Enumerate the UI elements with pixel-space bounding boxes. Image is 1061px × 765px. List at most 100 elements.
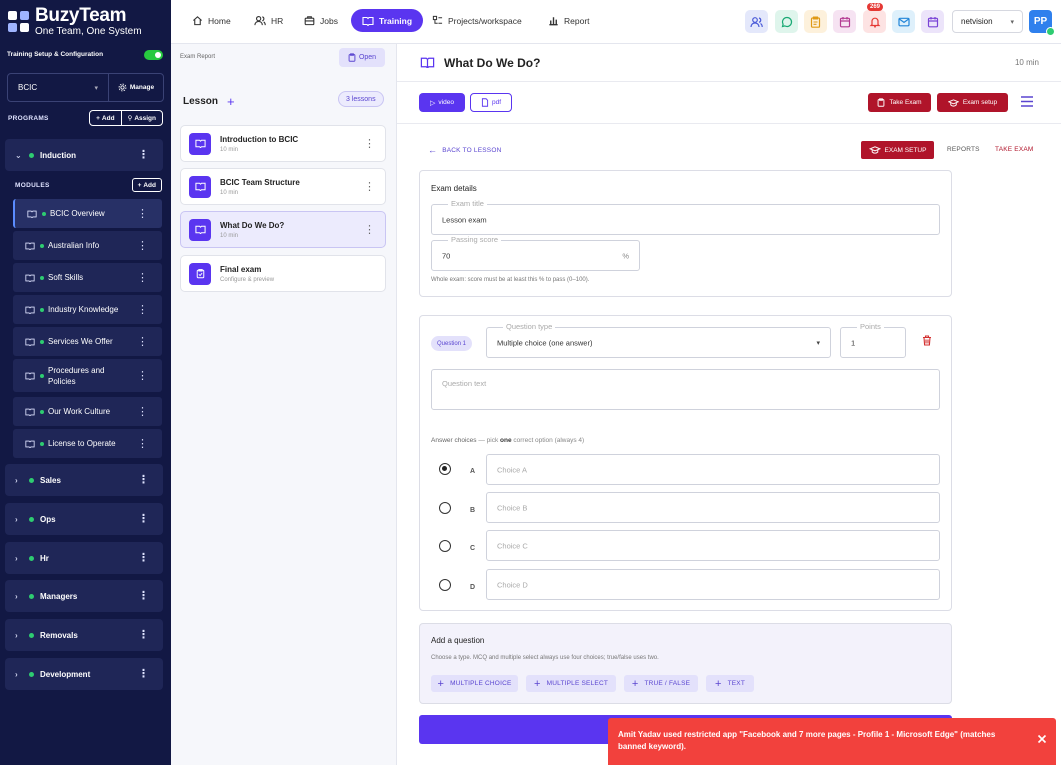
exam-title-value: Lesson exam bbox=[442, 215, 487, 224]
program-item-induction[interactable]: ⌄ Induction ⋮ bbox=[5, 139, 163, 171]
hamburger-menu-icon[interactable] bbox=[1021, 96, 1033, 107]
tab-take-exam[interactable]: TAKE EXAM bbox=[995, 146, 1034, 153]
add-multiple-choice-button[interactable]: + MULTIPLE CHOICE bbox=[431, 675, 518, 692]
tab-reports[interactable]: REPORTS bbox=[947, 146, 980, 153]
video-tab-button[interactable]: ▷ video bbox=[419, 93, 465, 112]
module-item[interactable]: License to Operate ⋮ bbox=[13, 429, 162, 458]
pdf-tab-button[interactable]: pdf bbox=[470, 93, 512, 112]
nav-hr[interactable]: HR bbox=[254, 9, 283, 32]
take-exam-label: Take Exam bbox=[889, 99, 922, 106]
kebab-menu-icon[interactable]: ⋮ bbox=[137, 208, 148, 219]
exam-title-field[interactable]: Exam title Lesson exam bbox=[431, 199, 940, 235]
module-item[interactable]: Services We Offer ⋮ bbox=[13, 327, 162, 356]
org-select[interactable]: BCIC ▾ bbox=[8, 74, 109, 101]
kebab-menu-icon[interactable]: ⋮ bbox=[137, 336, 148, 347]
module-item[interactable]: Australian Info ⋮ bbox=[13, 231, 162, 260]
calendar-button[interactable] bbox=[833, 10, 856, 33]
training-setup-toggle[interactable] bbox=[144, 49, 163, 60]
add-multiple-select-button[interactable]: + MULTIPLE SELECT bbox=[526, 675, 616, 692]
kebab-menu-icon[interactable]: ⋮ bbox=[137, 406, 148, 417]
add-module-button[interactable]: + Add bbox=[131, 178, 162, 192]
program-item-sales[interactable]: › Sales ⋮ bbox=[5, 464, 163, 496]
choice-input-b[interactable]: Choice B bbox=[486, 492, 940, 523]
module-item[interactable]: Our Work Culture ⋮ bbox=[13, 397, 162, 426]
kebab-menu-icon[interactable]: ⋮ bbox=[138, 475, 149, 486]
points-field[interactable]: Points 1 bbox=[840, 322, 906, 358]
kebab-menu-icon[interactable]: ⋮ bbox=[364, 224, 375, 235]
kebab-menu-icon[interactable]: ⋮ bbox=[137, 438, 148, 449]
add-question-card: Add a question Choose a type. MCQ and mu… bbox=[419, 623, 952, 704]
user-avatar[interactable]: PP bbox=[1029, 10, 1055, 36]
question-text-input[interactable]: Question text bbox=[431, 369, 940, 410]
add-lesson-icon[interactable]: + bbox=[227, 94, 235, 109]
choice-input-d[interactable]: Choice D bbox=[486, 569, 940, 600]
module-item[interactable]: BCIC Overview ⋮ bbox=[13, 199, 162, 228]
module-item[interactable]: Industry Knowledge ⋮ bbox=[13, 295, 162, 324]
tasks-button[interactable] bbox=[804, 10, 827, 33]
program-item-removals[interactable]: › Removals ⋮ bbox=[5, 619, 163, 651]
close-icon[interactable] bbox=[1037, 734, 1047, 744]
final-exam-card[interactable]: Final exam Configure & preview bbox=[180, 255, 386, 292]
question-type-select[interactable]: Question type Multiple choice (one answe… bbox=[486, 322, 831, 358]
kebab-menu-icon[interactable]: ⋮ bbox=[138, 150, 149, 161]
status-dot bbox=[29, 477, 34, 483]
answer-choices-label: Answer choices — pick one correct option… bbox=[431, 437, 584, 444]
team-button[interactable] bbox=[745, 10, 768, 33]
choice-radio-d[interactable] bbox=[439, 579, 451, 591]
choice-radio-a[interactable] bbox=[439, 463, 451, 475]
take-exam-button[interactable]: Take Exam bbox=[868, 93, 931, 112]
exam-setup-button[interactable]: Exam setup bbox=[937, 93, 1008, 112]
schedule-button[interactable] bbox=[921, 10, 944, 33]
choice-input-c[interactable]: Choice C bbox=[486, 530, 940, 561]
chat-button[interactable] bbox=[775, 10, 798, 33]
nav-projects[interactable]: Projects/workspace bbox=[432, 9, 522, 32]
assign-program-button[interactable]: ⚲ Assign bbox=[120, 111, 162, 125]
kebab-menu-icon[interactable]: ⋮ bbox=[138, 669, 149, 680]
kebab-menu-icon[interactable]: ⋮ bbox=[138, 514, 149, 525]
choice-input-a[interactable]: Choice A bbox=[486, 454, 940, 485]
kebab-menu-icon[interactable]: ⋮ bbox=[137, 240, 148, 251]
choice-radio-b[interactable] bbox=[439, 502, 451, 514]
program-item-ops[interactable]: › Ops ⋮ bbox=[5, 503, 163, 535]
lesson-card-selected[interactable]: What Do We Do? 10 min ⋮ bbox=[180, 211, 386, 248]
nav-hr-label: HR bbox=[271, 15, 284, 26]
open-exam-report-button[interactable]: Open bbox=[339, 48, 385, 67]
workspace-select[interactable]: netvision ▾ bbox=[952, 10, 1023, 33]
kebab-menu-icon[interactable]: ⋮ bbox=[364, 138, 375, 149]
lesson-card[interactable]: BCIC Team Structure 10 min ⋮ bbox=[180, 168, 386, 205]
add-program-button[interactable]: + Add bbox=[90, 111, 120, 125]
trash-icon[interactable] bbox=[922, 335, 932, 346]
kebab-menu-icon[interactable]: ⋮ bbox=[137, 272, 148, 283]
notifications-button[interactable]: 269 bbox=[863, 3, 886, 33]
lesson-card[interactable]: Introduction to BCIC 10 min ⋮ bbox=[180, 125, 386, 162]
tab-exam-setup[interactable]: EXAM SETUP bbox=[861, 141, 934, 159]
passing-score-field[interactable]: Passing score 70 % bbox=[431, 235, 640, 271]
back-to-lesson-link[interactable]: ← BACK TO LESSON bbox=[428, 145, 501, 155]
module-label: Australian Info bbox=[48, 241, 100, 250]
add-text-button[interactable]: + TEXT bbox=[706, 675, 754, 692]
program-item-hr[interactable]: › Hr ⋮ bbox=[5, 542, 163, 574]
nav-training[interactable]: Training bbox=[351, 9, 424, 32]
program-label: Ops bbox=[40, 514, 56, 524]
kebab-menu-icon[interactable]: ⋮ bbox=[364, 181, 375, 192]
nav-jobs[interactable]: Jobs bbox=[304, 9, 338, 32]
manage-button[interactable]: Manage bbox=[109, 83, 163, 92]
mail-button[interactable] bbox=[892, 10, 915, 33]
brand-logo[interactable]: BuzyTeam One Team, One System bbox=[6, 6, 142, 37]
kebab-menu-icon[interactable]: ⋮ bbox=[138, 553, 149, 564]
program-item-managers[interactable]: › Managers ⋮ bbox=[5, 580, 163, 612]
add-true-false-button[interactable]: + TRUE / FALSE bbox=[624, 675, 698, 692]
kebab-menu-icon[interactable]: ⋮ bbox=[138, 591, 149, 602]
module-item[interactable]: Procedures and Policies ⋮ bbox=[13, 359, 162, 392]
nav-report[interactable]: Report bbox=[548, 9, 590, 32]
kebab-menu-icon[interactable]: ⋮ bbox=[137, 304, 148, 315]
nav-jobs-label: Jobs bbox=[320, 15, 338, 26]
book-icon bbox=[189, 132, 211, 155]
kebab-menu-icon[interactable]: ⋮ bbox=[137, 370, 148, 381]
choice-radio-c[interactable] bbox=[439, 540, 451, 552]
lesson-header-bar: What Do We Do? 10 min bbox=[397, 44, 1061, 82]
nav-home[interactable]: Home bbox=[192, 9, 231, 32]
kebab-menu-icon[interactable]: ⋮ bbox=[138, 630, 149, 641]
program-item-development[interactable]: › Development ⋮ bbox=[5, 658, 163, 690]
module-item[interactable]: Soft Skills ⋮ bbox=[13, 263, 162, 292]
